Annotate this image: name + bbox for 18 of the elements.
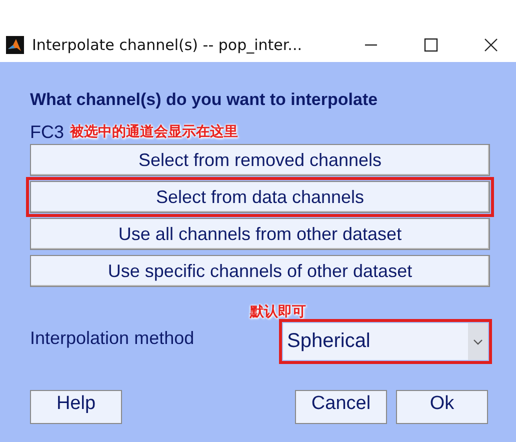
choice-button[interactable]: Select from data channels bbox=[30, 181, 490, 213]
choice-button[interactable]: Select from removed channels bbox=[30, 144, 490, 176]
dialog-button[interactable]: Ok bbox=[396, 390, 488, 424]
annotation-text: 默认即可 bbox=[250, 304, 306, 320]
choice-button[interactable]: Use specific channels of other dataset bbox=[30, 255, 490, 287]
method-label: Interpolation method bbox=[30, 328, 196, 349]
dialog-heading: What channel(s) do you want to interpolate bbox=[30, 90, 379, 110]
dialog-button[interactable]: Cancel bbox=[295, 390, 387, 424]
close-icon[interactable] bbox=[484, 38, 498, 52]
annotation-text: 被选中的通道会显示在这里 bbox=[70, 123, 238, 141]
dialog-button[interactable]: Help bbox=[30, 390, 122, 424]
choice-button[interactable]: Use all channels from other dataset bbox=[30, 218, 490, 250]
app-logo-icon bbox=[6, 36, 24, 54]
selected-channels-text: FC3 bbox=[30, 122, 64, 142]
maximize-icon[interactable] bbox=[424, 38, 438, 52]
chevron-down-icon bbox=[473, 338, 483, 344]
method-dropdown[interactable]: Spherical bbox=[283, 323, 488, 360]
window-title: Interpolate channel(s) -- pop_inter... bbox=[32, 36, 303, 54]
